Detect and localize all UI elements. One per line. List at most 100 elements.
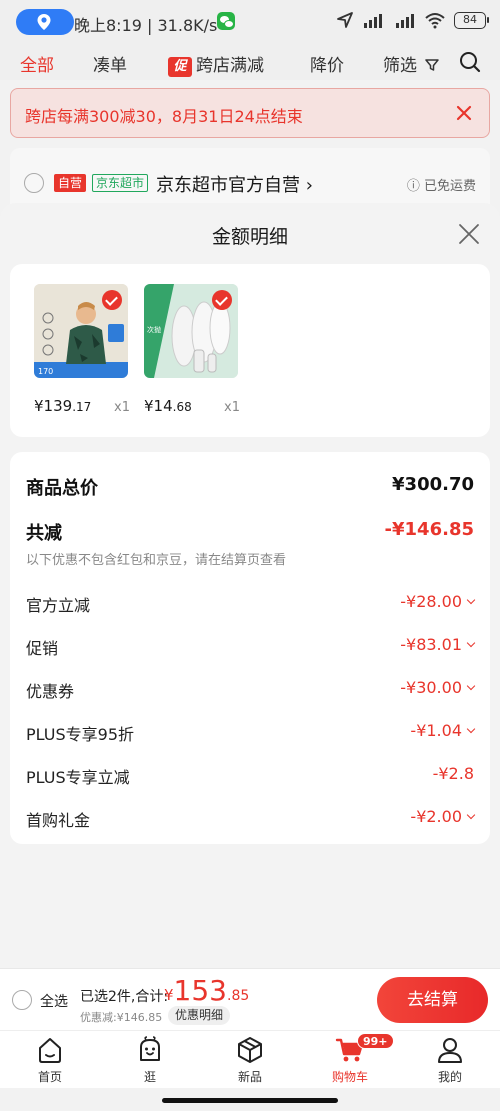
discount-label: 官方立减 bbox=[26, 596, 91, 615]
tab-cross-store[interactable]: 促跨店满减 bbox=[168, 51, 264, 77]
total-price-label: 商品总价 bbox=[26, 478, 98, 499]
discount-value: -¥28.00 bbox=[400, 592, 476, 611]
location-pill bbox=[16, 9, 74, 35]
thumb-label-text: 次抛 bbox=[147, 325, 161, 334]
select-all-radio[interactable] bbox=[12, 990, 32, 1010]
close-icon[interactable] bbox=[453, 102, 475, 124]
discount-amount: -¥30.00 bbox=[400, 678, 462, 697]
discount-value: -¥1.04 bbox=[410, 721, 476, 740]
thumb-size-text: 170 bbox=[38, 367, 53, 376]
discount-detail-chip[interactable]: 优惠明细 bbox=[168, 1006, 231, 1025]
product-thumbnail[interactable]: 次抛 bbox=[144, 284, 238, 378]
currency-symbol: ¥ bbox=[164, 986, 174, 1004]
chevron-down-icon bbox=[466, 595, 476, 605]
browse-icon bbox=[140, 1036, 160, 1061]
selected-count-text: 已选2件,合计: bbox=[80, 989, 169, 1005]
total-amount: ¥153.85 bbox=[164, 974, 249, 1007]
discount-amount: -¥1.04 bbox=[410, 721, 462, 740]
discount-label: 首购礼金 bbox=[26, 811, 91, 830]
tab-filter-label: 筛选 bbox=[383, 56, 417, 76]
signal-hd-icon bbox=[364, 14, 382, 28]
store-select-radio[interactable] bbox=[24, 173, 44, 193]
filter-funnel-icon bbox=[425, 59, 440, 71]
discount-value: -¥2.8 bbox=[432, 764, 474, 783]
tab-add-on[interactable]: 凑单 bbox=[93, 51, 127, 76]
item-qty: x1 bbox=[224, 400, 240, 415]
amount-detail-sheet: 金额明细 170 次抛 ¥139.17 x1 ¥14.68 x1 商品总价 ¥3… bbox=[0, 203, 500, 968]
new-products-icon bbox=[238, 1037, 262, 1063]
promo-chip: 促 bbox=[168, 57, 192, 77]
promo-banner: 跨店每满300减30，8月31日24点结束 bbox=[10, 88, 490, 138]
close-icon[interactable] bbox=[458, 223, 480, 245]
discount-label: PLUS专享95折 bbox=[26, 725, 134, 744]
status-bar: 晚上8:19 | 31.8K/s 84 bbox=[0, 0, 500, 44]
select-all-label[interactable]: 全选 bbox=[40, 991, 68, 1011]
chevron-right-icon: › bbox=[305, 175, 313, 196]
discount-label: 促销 bbox=[26, 639, 59, 658]
discount-note: 以下优惠不包含红包和京豆，请在结算页查看 bbox=[26, 553, 287, 568]
nav-home[interactable]: 首页 bbox=[0, 1035, 100, 1085]
tab-cross-store-label: 跨店满减 bbox=[196, 56, 264, 76]
chevron-down-icon bbox=[466, 681, 476, 691]
nav-browse[interactable]: 逛 bbox=[100, 1035, 200, 1085]
wifi-icon bbox=[425, 13, 445, 29]
tab-filter[interactable]: 筛选 bbox=[383, 51, 440, 76]
item-price-int: ¥139 bbox=[34, 397, 73, 415]
saved-amount: 优惠减:¥146.85 bbox=[80, 1011, 163, 1024]
nav-label: 首页 bbox=[37, 1070, 62, 1084]
store-name-text: 京东超市官方自营 bbox=[156, 175, 300, 196]
location-pin-icon bbox=[37, 14, 51, 30]
sheet-title: 金额明细 bbox=[211, 226, 288, 248]
item-price: ¥139.17 bbox=[34, 397, 91, 415]
discount-label: 优惠券 bbox=[26, 682, 75, 701]
free-shipping-text: ⓘ 已免运费 bbox=[406, 179, 476, 194]
total-reduce-label: 共减 bbox=[26, 523, 62, 544]
nav-label: 新品 bbox=[237, 1070, 262, 1084]
total-price-value: ¥300.70 bbox=[392, 474, 474, 495]
status-time-speed: 晚上8:19 | 31.8K/s bbox=[74, 16, 218, 35]
item-price: ¥14.68 bbox=[144, 397, 192, 415]
promo-banner-text: 跨店每满300减30，8月31日24点结束 bbox=[25, 107, 303, 126]
supermarket-tag: 京东超市 bbox=[92, 174, 149, 192]
battery-indicator: 84 bbox=[454, 11, 489, 29]
checkout-button[interactable]: 去结算 bbox=[377, 977, 488, 1023]
nav-new[interactable]: 新品 bbox=[200, 1035, 300, 1085]
discount-amount: -¥83.01 bbox=[400, 635, 462, 654]
self-operated-tag: 自营 bbox=[54, 174, 87, 192]
bottom-nav: 首页 逛 新品 99+ 购物车 我的 bbox=[0, 1030, 500, 1088]
search-icon[interactable] bbox=[458, 50, 482, 74]
discount-amount: -¥2.00 bbox=[410, 807, 462, 826]
cart-count-badge: 99+ bbox=[357, 1033, 394, 1049]
tab-price-drop[interactable]: 降价 bbox=[310, 51, 344, 76]
nav-profile[interactable]: 我的 bbox=[400, 1035, 500, 1085]
selected-check-icon bbox=[102, 290, 122, 310]
total-reduce-value: -¥146.85 bbox=[384, 519, 474, 540]
selected-check-icon bbox=[212, 290, 232, 310]
chevron-down-icon bbox=[466, 724, 476, 734]
item-price-dec: .17 bbox=[72, 400, 92, 414]
total-amount-int: 153 bbox=[173, 974, 227, 1007]
chevron-down-icon bbox=[466, 638, 476, 648]
nav-label: 逛 bbox=[143, 1070, 156, 1084]
nav-label: 我的 bbox=[437, 1070, 462, 1084]
items-card: 170 次抛 ¥139.17 x1 ¥14.68 x1 bbox=[10, 264, 490, 437]
nav-label: 购物车 bbox=[331, 1070, 368, 1084]
discount-value: -¥83.01 bbox=[400, 635, 476, 654]
item-price-int: ¥14 bbox=[144, 397, 173, 415]
tab-all[interactable]: 全部 bbox=[20, 51, 54, 76]
discount-value: -¥2.00 bbox=[410, 807, 476, 826]
checkout-bar: 全选 已选2件,合计: ¥153.85 优惠减:¥146.85 优惠明细 去结算 bbox=[0, 968, 500, 1030]
signal-icon bbox=[396, 14, 414, 28]
price-breakdown-card: 商品总价 ¥300.70 共减 -¥146.85 以下优惠不包含红包和京豆，请在… bbox=[10, 452, 490, 844]
discount-label: PLUS专享立减 bbox=[26, 768, 130, 787]
product-thumbnail[interactable]: 170 bbox=[34, 284, 128, 378]
profile-icon bbox=[438, 1038, 462, 1063]
home-indicator[interactable] bbox=[162, 1098, 338, 1103]
item-qty: x1 bbox=[114, 400, 130, 415]
cart-filter-bar: 全部 凑单 促跨店满减 降价 筛选 bbox=[0, 44, 500, 80]
nav-cart[interactable]: 99+ 购物车 bbox=[300, 1033, 400, 1085]
discount-value: -¥30.00 bbox=[400, 678, 476, 697]
navigation-arrow-icon bbox=[337, 12, 353, 28]
home-icon bbox=[39, 1038, 61, 1063]
store-name[interactable]: 京东超市官方自营 › bbox=[156, 171, 313, 197]
